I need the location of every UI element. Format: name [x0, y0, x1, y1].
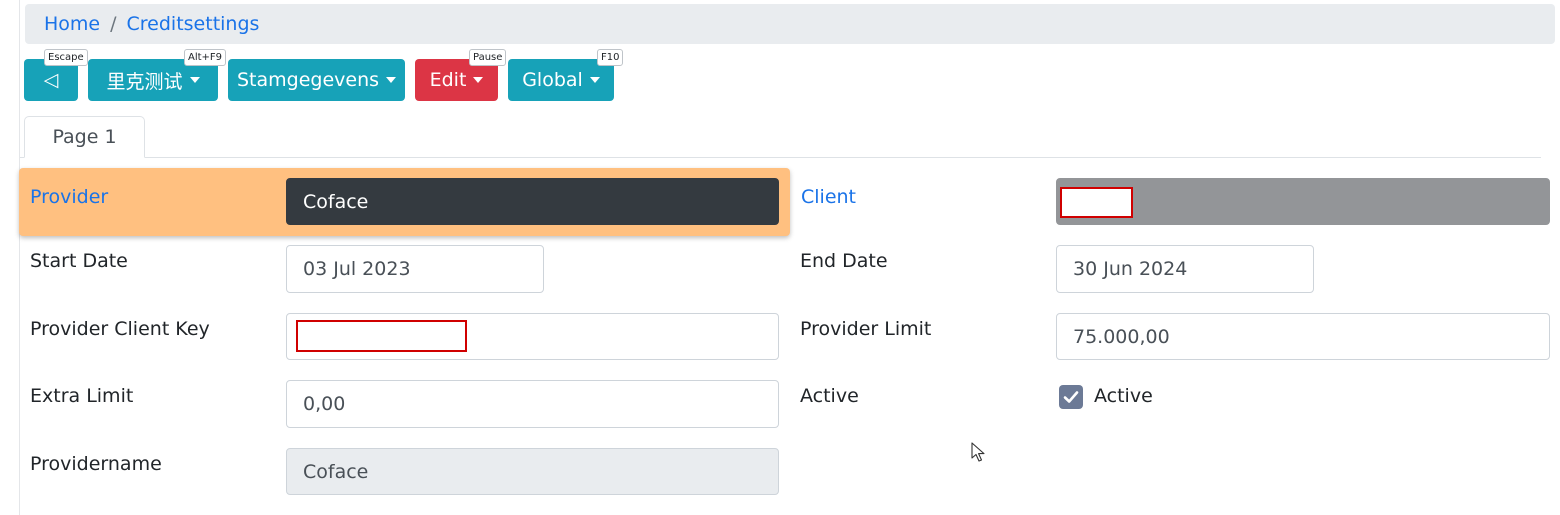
alt-f9-shortcut-badge: Alt+F9: [184, 49, 227, 66]
breadcrumb-separator: /: [110, 13, 117, 35]
pause-shortcut-badge: Pause: [469, 49, 507, 66]
active-checkbox[interactable]: [1059, 385, 1083, 409]
client-redacted-box: [1060, 187, 1133, 218]
chinese-menu-label: 里克测试: [106, 70, 183, 93]
breadcrumb: Home / Creditsettings: [25, 4, 1555, 44]
end-date-value: 30 Jun 2024: [1073, 258, 1188, 280]
caret-down-icon: [189, 77, 200, 83]
active-checkbox-label[interactable]: Active: [1094, 385, 1153, 407]
start-date-input[interactable]: 03 Jul 2023: [286, 245, 544, 293]
breadcrumb-home[interactable]: Home: [44, 13, 100, 35]
provider-value: Coface: [303, 190, 369, 213]
f10-shortcut-badge: F10: [597, 49, 624, 66]
stamgegevens-menu-button[interactable]: Stamgegevens: [228, 59, 405, 101]
back-icon: ◁: [43, 69, 59, 91]
start-date-value: 03 Jul 2023: [303, 258, 411, 280]
providername-value: Coface: [303, 460, 369, 483]
caret-down-icon: [386, 77, 397, 83]
extra-limit-value: 0,00: [303, 393, 346, 415]
providername-label: Providername: [30, 453, 162, 475]
provider-client-key-redacted-box: [296, 320, 467, 352]
provider-client-key-label: Provider Client Key: [30, 318, 210, 340]
client-label[interactable]: Client: [801, 186, 856, 208]
provider-label[interactable]: Provider: [30, 186, 108, 208]
edit-label: Edit: [429, 69, 467, 91]
global-label: Global: [522, 69, 583, 91]
tab-strip-border: [20, 157, 1541, 158]
provider-limit-input[interactable]: 75.000,00: [1056, 313, 1550, 360]
provider-limit-label: Provider Limit: [800, 318, 932, 340]
active-label: Active: [800, 385, 859, 407]
provider-limit-value: 75.000,00: [1073, 325, 1170, 348]
escape-shortcut-badge: Escape: [44, 49, 88, 66]
breadcrumb-creditsettings[interactable]: Creditsettings: [127, 13, 260, 35]
provider-select[interactable]: Coface: [286, 178, 779, 225]
end-date-input[interactable]: 30 Jun 2024: [1056, 245, 1314, 293]
toolbar: ◁ Escape 里克测试 Alt+F9 Stamgegevens Edit P…: [24, 49, 644, 101]
stamgegevens-label: Stamgegevens: [236, 69, 380, 91]
extra-limit-label: Extra Limit: [30, 385, 134, 407]
start-date-label: Start Date: [30, 250, 128, 272]
caret-down-icon: [473, 77, 484, 83]
providername-input: Coface: [286, 448, 779, 495]
mouse-cursor-icon: [971, 442, 985, 462]
tab-page-1[interactable]: Page 1: [24, 116, 145, 158]
checkmark-icon: [1063, 391, 1079, 403]
end-date-label: End Date: [800, 250, 888, 272]
left-border: [19, 0, 20, 515]
extra-limit-input[interactable]: 0,00: [286, 380, 779, 428]
caret-down-icon: [589, 77, 600, 83]
